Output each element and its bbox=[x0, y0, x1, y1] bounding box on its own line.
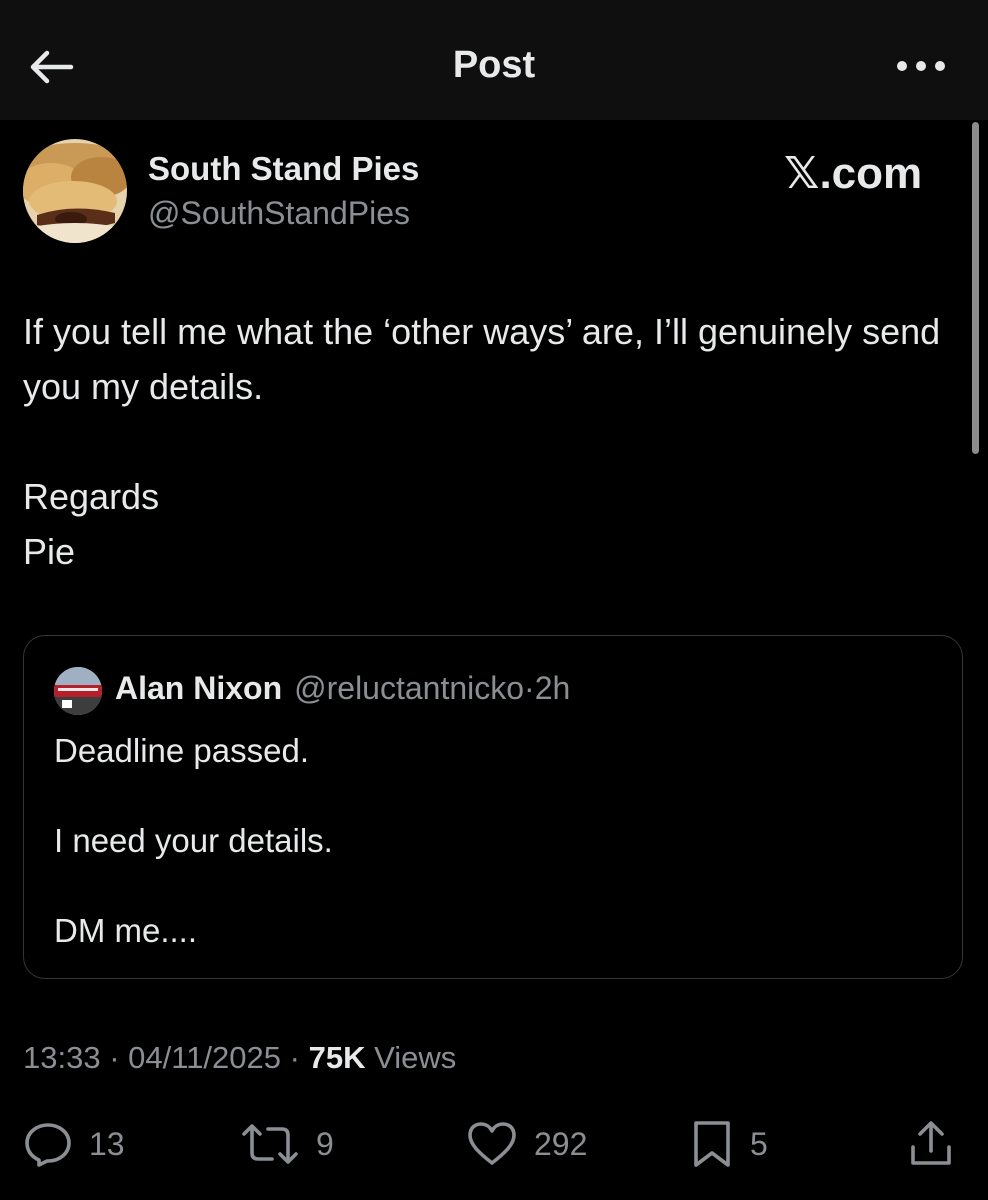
x-com-watermark: 𝕏.com bbox=[784, 149, 923, 198]
views-label: Views bbox=[374, 1040, 457, 1075]
author-name[interactable]: South Stand Pies bbox=[148, 150, 419, 188]
bookmark-icon bbox=[694, 1121, 730, 1167]
quoted-post-header: Alan Nixon @reluctantnicko·2h bbox=[115, 670, 570, 707]
bookmark-count: 5 bbox=[750, 1125, 768, 1162]
quoted-author-avatar bbox=[54, 667, 102, 715]
quoted-line: DM me.... bbox=[54, 912, 198, 949]
post-line: Regards bbox=[23, 476, 160, 517]
quoted-line: Deadline passed. bbox=[54, 732, 310, 769]
reply-button[interactable]: 13 bbox=[23, 1118, 125, 1170]
quoted-post-text: Deadline passed. I need your details. DM… bbox=[54, 728, 934, 953]
page-title: Post bbox=[452, 44, 536, 86]
scrollbar[interactable] bbox=[972, 122, 979, 454]
heart-icon bbox=[468, 1122, 516, 1165]
quoted-post-time: 2h bbox=[534, 670, 571, 706]
quoted-separator: · bbox=[524, 670, 535, 706]
quoted-author-name[interactable]: Alan Nixon bbox=[115, 670, 282, 706]
post-date: 04/11/2025 bbox=[128, 1040, 282, 1075]
pie-avatar-image bbox=[23, 139, 127, 243]
share-icon bbox=[911, 1121, 951, 1165]
like-count: 292 bbox=[534, 1125, 588, 1162]
repost-icon bbox=[242, 1124, 298, 1164]
author-handle[interactable]: @SouthStandPies bbox=[148, 195, 410, 232]
views-count[interactable]: 75K bbox=[309, 1040, 366, 1075]
quoted-post-card[interactable]: Alan Nixon @reluctantnicko·2h Deadline pa… bbox=[23, 635, 963, 979]
quoted-author-handle[interactable]: @reluctantnicko bbox=[294, 670, 524, 706]
quoted-line: I need your details. bbox=[54, 822, 333, 859]
post-line: Pie bbox=[23, 531, 76, 572]
post-text: If you tell me what the ‘other ways’ are… bbox=[23, 304, 968, 579]
like-button[interactable]: 292 bbox=[466, 1118, 587, 1170]
post-line: If you tell me what the ‘other ways’ are… bbox=[23, 311, 941, 407]
share-button[interactable] bbox=[908, 1118, 954, 1170]
reply-icon bbox=[25, 1123, 71, 1167]
post-time: 13:33 bbox=[23, 1040, 101, 1075]
top-bar: Post bbox=[0, 0, 988, 120]
meta-separator: · bbox=[109, 1040, 120, 1075]
repost-button[interactable]: 9 bbox=[240, 1118, 334, 1170]
more-options-button[interactable] bbox=[886, 44, 956, 88]
reply-count: 13 bbox=[89, 1125, 125, 1162]
bookmark-button[interactable]: 5 bbox=[690, 1118, 768, 1170]
repost-count: 9 bbox=[316, 1125, 334, 1162]
post-metadata: 13:33 · 04/11/2025 · 75K Views bbox=[23, 1040, 456, 1076]
author-avatar[interactable] bbox=[23, 139, 127, 243]
more-horizontal-icon bbox=[897, 61, 945, 71]
meta-separator: · bbox=[289, 1040, 300, 1075]
stadium-avatar-image bbox=[54, 667, 102, 715]
